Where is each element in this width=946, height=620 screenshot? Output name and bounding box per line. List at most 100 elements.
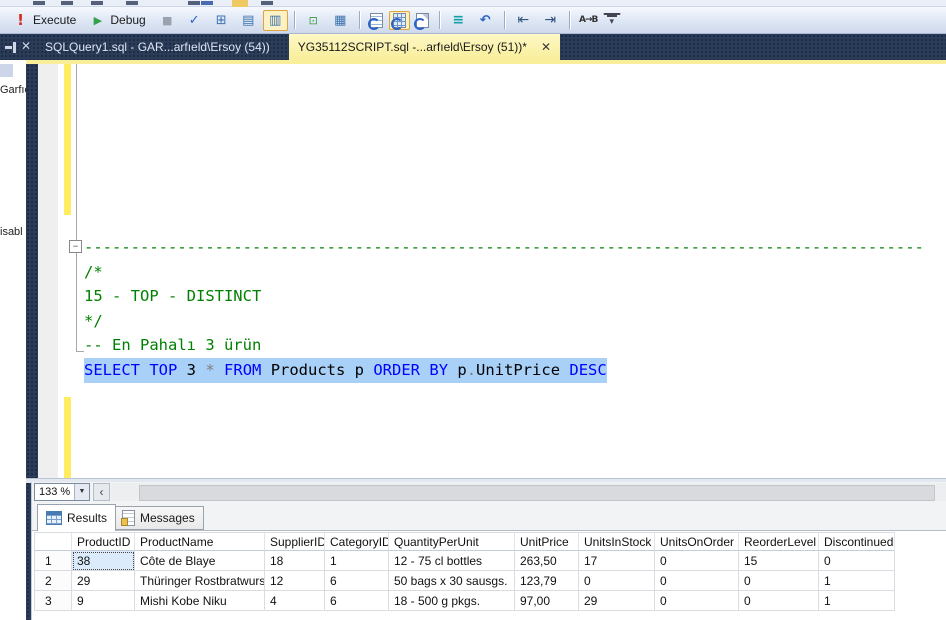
panel-close-icon[interactable]: ✕ [21, 38, 31, 54]
result-cell[interactable]: 0 [655, 591, 739, 611]
results-pane: 133 % ▼ ‹ ResultsMessages ProductIDProdu… [31, 482, 946, 620]
tab-label: SQLQuery1.sql - GAR...arfıeld\Ersoy (54)… [45, 40, 270, 54]
clipped-toolbar-row [0, 0, 946, 7]
column-header-SupplierID[interactable]: SupplierID [265, 533, 325, 551]
query-options-icon[interactable]: ▤ [236, 10, 261, 31]
result-cell[interactable]: 1 [819, 591, 895, 611]
comment-lines-icon[interactable]: ≡ [446, 10, 471, 31]
results-to-text-icon[interactable] [366, 11, 387, 30]
editor-zoom-combo[interactable]: 133 % ▼ [34, 483, 90, 501]
result-cell[interactable]: Mishi Kobe Niku [135, 591, 265, 611]
code-line-select-statement[interactable]: SELECT TOP 3 * FROM Products p ORDER BY … [84, 358, 946, 383]
result-row-3: 39Mishi Kobe Niku4618 - 500 g pkgs.97,00… [35, 591, 895, 611]
result-cell[interactable]: 9 [72, 591, 135, 611]
execute-button[interactable]: !Execute [8, 10, 83, 31]
scrollbar-thumb[interactable] [139, 485, 935, 501]
result-cell[interactable]: 6 [325, 591, 389, 611]
stop-icon[interactable]: ■ [155, 10, 180, 31]
results-to-grid-icon [393, 13, 406, 28]
toolbar-separator [359, 11, 360, 29]
results-to-grid-icon[interactable] [389, 11, 410, 30]
result-cell[interactable]: 15 [739, 551, 819, 571]
debug-play-icon: ▶ [89, 12, 106, 29]
actual-plan-icon[interactable]: ⊡ [301, 10, 326, 31]
messages-icon [122, 510, 135, 526]
code-line-comment-close[interactable]: */ [84, 309, 946, 334]
result-cell[interactable]: 38 [72, 551, 135, 571]
template-parameters-icon[interactable]: A→B [576, 10, 601, 31]
row-number[interactable]: 2 [35, 571, 72, 591]
undo-icon: ↶ [477, 12, 494, 29]
tab-messages[interactable]: Messages [113, 506, 204, 530]
code-line-comment-turkish[interactable]: -- En Pahalı 3 ürün [84, 333, 946, 358]
result-cell[interactable]: 97,00 [515, 591, 579, 611]
result-cell[interactable]: 29 [579, 591, 655, 611]
column-header-ProductID[interactable]: ProductID [72, 533, 135, 551]
code-line-comment-open[interactable]: /* [84, 260, 946, 285]
debug-button[interactable]: ▶Debug [85, 10, 152, 31]
sql-code-editor[interactable]: − --------------------------------------… [38, 64, 946, 478]
column-header-ReorderLevel[interactable]: ReorderLevel [739, 533, 819, 551]
row-number[interactable]: 1 [35, 551, 72, 571]
scroll-left-arrow[interactable]: ‹ [93, 483, 110, 501]
column-header-UnitPrice[interactable]: UnitPrice [515, 533, 579, 551]
decrease-indent-icon[interactable]: ⇤ [511, 10, 536, 31]
column-header-Discontinued[interactable]: Discontinued [819, 533, 895, 551]
result-cell[interactable]: 12 [265, 571, 325, 591]
result-cell[interactable]: Thüringer Rostbratwurst [135, 571, 265, 591]
code-line-comment-title[interactable]: 15 - TOP - DISTINCT [84, 284, 946, 309]
collapse-region-icon[interactable]: − [69, 240, 82, 253]
parse-icon: ✓ [186, 12, 203, 29]
ssms-window: !Execute▶Debug■ ✓ ⊞ ▤ ▥ ⊡ ▦ ≡ ↶ ⇤⇥ A→B▾ ✕ SQLQuery… [0, 0, 946, 620]
result-cell[interactable]: 18 - 500 g pkgs. [389, 591, 515, 611]
column-header-UnitsOnOrder[interactable]: UnitsOnOrder [655, 533, 739, 551]
result-cell[interactable]: Côte de Blaye [135, 551, 265, 571]
code-line-dashes[interactable]: ----------------------------------------… [84, 235, 946, 260]
auto-hide-pin-icon[interactable] [5, 41, 17, 53]
row-number[interactable]: 3 [35, 591, 72, 611]
document-tab-1[interactable]: SQLQuery1.sql - GAR...arfıeld\Ersoy (54)… [36, 34, 279, 60]
result-cell[interactable]: 29 [72, 571, 135, 591]
code-text[interactable]: ----------------------------------------… [84, 235, 946, 383]
increase-indent-icon[interactable]: ⇥ [538, 10, 563, 31]
results-to-file-icon [416, 13, 429, 28]
document-tab-2[interactable]: YG35112SCRIPT.sql -...arfıeld\Ersoy (51)… [289, 34, 560, 60]
result-cell[interactable]: 123,79 [515, 571, 579, 591]
result-cell[interactable]: 0 [739, 591, 819, 611]
toolbar-overflow-icon[interactable]: ▾ [603, 13, 621, 28]
undo-icon[interactable]: ↶ [473, 10, 498, 31]
actual-plan-icon: ⊡ [305, 12, 322, 29]
horizontal-scrollbar[interactable] [111, 483, 946, 501]
result-cell[interactable]: 0 [739, 571, 819, 591]
result-cell[interactable]: 0 [579, 571, 655, 591]
result-cell[interactable]: 1 [819, 571, 895, 591]
result-cell[interactable]: 0 [655, 551, 739, 571]
result-cell[interactable]: 12 - 75 cl bottles [389, 551, 515, 571]
estimated-plan-icon[interactable]: ⊞ [209, 10, 234, 31]
row-header-corner[interactable] [35, 533, 72, 551]
parse-icon[interactable]: ✓ [182, 10, 207, 31]
result-cell[interactable]: 0 [819, 551, 895, 571]
result-cell[interactable]: 4 [265, 591, 325, 611]
query-options-icon: ▤ [240, 12, 257, 29]
result-cell[interactable]: 263,50 [515, 551, 579, 571]
clipped-toolbar-icons [33, 1, 45, 5]
column-header-UnitsInStock[interactable]: UnitsInStock [579, 533, 655, 551]
column-header-ProductName[interactable]: ProductName [135, 533, 265, 551]
results-grid-icon [46, 511, 62, 525]
result-cell[interactable]: 17 [579, 551, 655, 571]
intellisense-icon[interactable]: ▥ [263, 10, 288, 31]
result-cell[interactable]: 0 [655, 571, 739, 591]
tab-results[interactable]: Results [37, 504, 116, 531]
chevron-down-icon[interactable]: ▼ [74, 484, 89, 500]
result-cell[interactable]: 18 [265, 551, 325, 571]
column-header-QuantityPerUnit[interactable]: QuantityPerUnit [389, 533, 515, 551]
tab-close-icon[interactable]: ✕ [541, 40, 551, 54]
result-cell[interactable]: 6 [325, 571, 389, 591]
result-cell[interactable]: 50 bags x 30 sausgs. [389, 571, 515, 591]
results-to-file-icon[interactable] [412, 11, 433, 30]
client-statistics-icon[interactable]: ▦ [328, 10, 353, 31]
result-cell[interactable]: 1 [325, 551, 389, 571]
column-header-CategoryID[interactable]: CategoryID [325, 533, 389, 551]
editor-indicator-margin [38, 64, 58, 478]
